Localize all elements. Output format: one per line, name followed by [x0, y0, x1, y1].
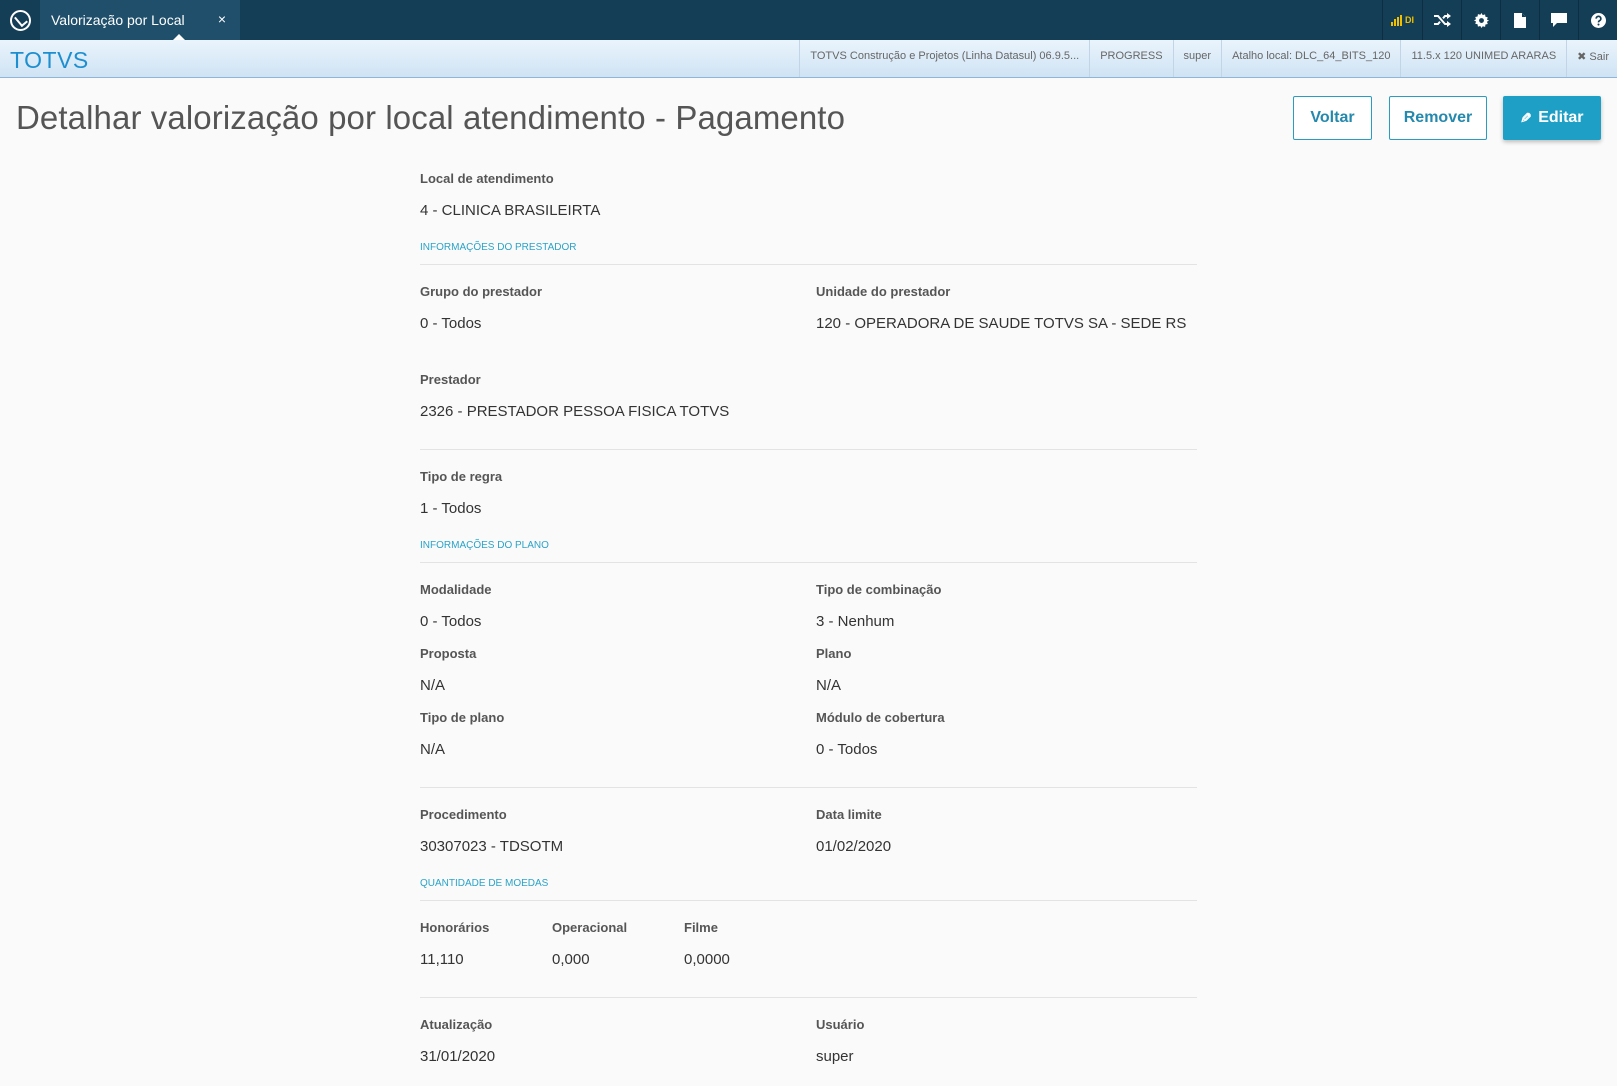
- totvs-logo-icon[interactable]: [0, 0, 40, 40]
- field-value-local: 4 - CLINICA BRASILEIRTA: [420, 202, 601, 219]
- field-value-procedimento: 30307023 - TDSOTM: [420, 838, 564, 855]
- field-value-atualizacao: 31/01/2020: [420, 1048, 496, 1065]
- field-value-tipo-plano: N/A: [420, 741, 446, 758]
- tab-label: Valorização por Local: [51, 12, 185, 28]
- field-label-local: Local de atendimento: [420, 171, 554, 186]
- remove-button[interactable]: Remover: [1389, 96, 1487, 140]
- field-value-plano: N/A: [816, 677, 842, 694]
- field-label-plano: Plano: [816, 646, 852, 661]
- field-label-usuario: Usuário: [816, 1017, 865, 1032]
- field-value-operacional: 0,000: [552, 951, 590, 968]
- field-label-unidade: Unidade do prestador: [816, 284, 951, 299]
- field-value-tipo-combinacao: 3 - Nenhum: [816, 613, 895, 630]
- chat-icon[interactable]: [1539, 0, 1578, 40]
- divider: [420, 900, 1197, 901]
- divider: [420, 264, 1197, 265]
- section-title-moedas: Quantidade de moedas: [420, 878, 549, 889]
- edit-button-label: Editar: [1538, 109, 1584, 126]
- divider: [420, 449, 1197, 450]
- field-label-data-limite: Data limite: [816, 807, 882, 822]
- field-label-atualizacao: Atualização: [420, 1017, 493, 1032]
- field-label-operacional: Operacional: [552, 920, 628, 935]
- user-info: super: [1172, 40, 1222, 77]
- context-info-group: TOTVS Construção e Projetos (Linha Datas…: [799, 40, 1617, 77]
- field-value-prestador: 2326 - PRESTADOR PESSOA FISICA TOTVS: [420, 403, 730, 420]
- field-label-tipo-plano: Tipo de plano: [420, 710, 505, 725]
- divider: [420, 562, 1197, 563]
- context-bar: TOTVS TOTVS Construção e Projetos (Linha…: [0, 40, 1617, 78]
- field-label-tipo-combinacao: Tipo de combinação: [816, 582, 942, 597]
- field-label-grupo: Grupo do prestador: [420, 284, 543, 299]
- signal-icon[interactable]: DI: [1382, 0, 1422, 40]
- section-title-plano: Informações do plano: [420, 540, 549, 551]
- field-value-modulo-cobertura: 0 - Todos: [816, 741, 878, 758]
- top-icon-group: DI: [1382, 0, 1617, 40]
- pencil-icon: ✎: [1520, 109, 1533, 126]
- field-label-honorarios: Honorários: [420, 920, 490, 935]
- signal-label: DI: [1405, 15, 1414, 25]
- top-navbar: Valorização por Local × DI: [0, 0, 1617, 40]
- gear-icon[interactable]: [1461, 0, 1500, 40]
- field-value-grupo: 0 - Todos: [420, 315, 482, 332]
- field-label-tipo-regra: Tipo de regra: [420, 469, 503, 484]
- field-label-procedimento: Procedimento: [420, 807, 507, 822]
- field-value-honorarios: 11,110: [420, 951, 464, 968]
- section-title-prestador: Informações do prestador: [420, 242, 577, 253]
- tab-close-icon[interactable]: ×: [218, 11, 226, 27]
- divider: [420, 997, 1197, 998]
- shuffle-icon[interactable]: [1422, 0, 1461, 40]
- product-info: TOTVS Construção e Projetos (Linha Datas…: [799, 40, 1089, 77]
- page-title: Detalhar valorização por local atendimen…: [16, 99, 846, 136]
- shortcut-info: Atalho local: DLC_64_BITS_120: [1221, 40, 1400, 77]
- edit-button[interactable]: ✎ Editar: [1503, 96, 1601, 140]
- field-label-filme: Filme: [684, 920, 718, 935]
- document-icon[interactable]: [1500, 0, 1539, 40]
- environment-info: 11.5.x 120 UNIMED ARARAS: [1400, 40, 1566, 77]
- field-value-modalidade: 0 - Todos: [420, 613, 482, 630]
- field-value-unidade: 120 - OPERADORA DE SAUDE TOTVS SA - SEDE…: [816, 315, 1187, 332]
- database-info: PROGRESS: [1089, 40, 1172, 77]
- help-icon[interactable]: [1578, 0, 1617, 40]
- logout-button[interactable]: ✖ Sair: [1566, 40, 1617, 77]
- field-value-filme: 0,0000: [684, 951, 730, 968]
- field-label-modalidade: Modalidade: [420, 582, 492, 597]
- field-label-prestador: Prestador: [420, 372, 481, 387]
- field-label-modulo-cobertura: Módulo de cobertura: [816, 710, 945, 725]
- field-value-usuario: super: [816, 1048, 854, 1065]
- field-value-data-limite: 01/02/2020: [816, 838, 892, 855]
- divider: [420, 787, 1197, 788]
- tab-valorizacao-por-local[interactable]: Valorização por Local ×: [40, 0, 240, 40]
- field-value-tipo-regra: 1 - Todos: [420, 500, 482, 517]
- field-value-proposta: N/A: [420, 677, 446, 694]
- brand-title: TOTVS: [10, 47, 89, 73]
- field-label-proposta: Proposta: [420, 646, 477, 661]
- back-button[interactable]: Voltar: [1293, 96, 1372, 140]
